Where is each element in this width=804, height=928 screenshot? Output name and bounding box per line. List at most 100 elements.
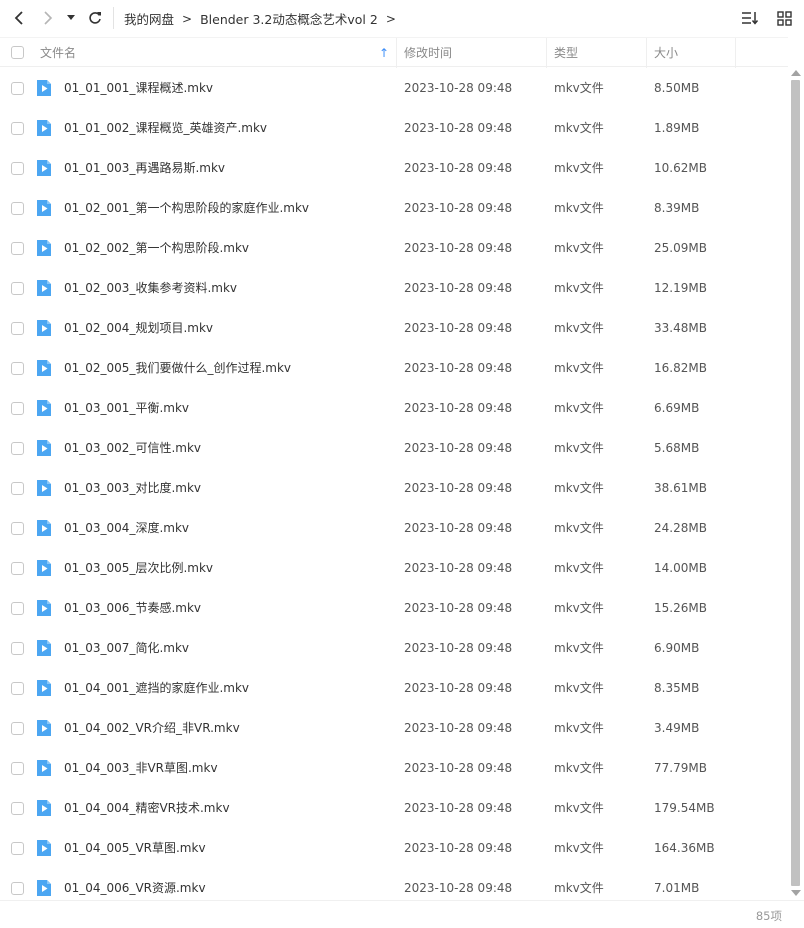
file-name: 01_02_002_第一个构思阶段.mkv [64, 241, 249, 255]
file-row[interactable]: 01_01_002_课程概览_英雄资产.mkv 2023-10-28 09:48 m… [0, 108, 788, 148]
file-size: 7.01MB [654, 881, 700, 895]
file-row[interactable]: 01_04_004_精密VR技术.mkv 2023-10-28 09:48 mkv文… [0, 788, 788, 828]
file-size: 164.36MB [654, 841, 715, 855]
row-checkbox[interactable] [11, 642, 24, 655]
file-type: mkv文件 [554, 641, 604, 655]
file-row[interactable]: 01_02_003_收集参考资料.mkv 2023-10-28 09:48 mkv文… [0, 268, 788, 308]
refresh-icon [89, 12, 101, 24]
column-type-header[interactable]: 类型 [554, 38, 644, 68]
row-checkbox[interactable] [11, 202, 24, 215]
row-checkbox[interactable] [11, 882, 24, 895]
breadcrumb-root[interactable]: 我的网盘 [124, 9, 174, 28]
file-row[interactable]: 01_02_005_我们要做什么_创作过程.mkv 2023-10-28 09:4… [0, 348, 788, 388]
file-row[interactable]: 01_03_003_对比度.mkv 2023-10-28 09:48 mkv文件 38… [0, 468, 788, 508]
file-size: 6.69MB [654, 401, 700, 415]
file-row[interactable]: 01_01_003_再遇路易斯.mkv 2023-10-28 09:48 mkv文件… [0, 148, 788, 188]
row-checkbox[interactable] [11, 802, 24, 815]
file-row[interactable]: 01_03_002_可信性.mkv 2023-10-28 09:48 mkv文件 5.… [0, 428, 788, 468]
file-row[interactable]: 01_03_005_层次比例.mkv 2023-10-28 09:48 mkv文件 1… [0, 548, 788, 588]
vertical-scrollbar[interactable] [789, 68, 802, 898]
file-size: 179.54MB [654, 801, 715, 815]
file-row[interactable]: 01_02_002_第一个构思阶段.mkv 2023-10-28 09:48 mkv… [0, 228, 788, 268]
file-row[interactable]: 01_03_004_深度.mkv 2023-10-28 09:48 mkv文件 24.… [0, 508, 788, 548]
history-dropdown-button[interactable] [63, 6, 79, 30]
file-row[interactable]: 01_03_001_平衡.mkv 2023-10-28 09:48 mkv文件 6.6… [0, 388, 788, 428]
file-row[interactable]: 01_04_001_遮挡的家庭作业.mkv 2023-10-28 09:48 mkv… [0, 668, 788, 708]
file-modified-date: 2023-10-28 09:48 [404, 161, 513, 175]
row-checkbox[interactable] [11, 402, 24, 415]
forward-button[interactable] [36, 6, 60, 30]
column-divider[interactable] [735, 38, 736, 68]
file-size: 8.39MB [654, 201, 700, 215]
breadcrumb-separator: > [182, 11, 193, 26]
breadcrumb-separator[interactable]: > [386, 12, 396, 26]
row-checkbox[interactable] [11, 82, 24, 95]
refresh-button[interactable] [83, 6, 107, 30]
chevron-left-icon [14, 11, 23, 25]
file-row[interactable]: 01_04_003_非VR草图.mkv 2023-10-28 09:48 mkv文件… [0, 748, 788, 788]
column-size-header[interactable]: 大小 [654, 38, 734, 68]
file-modified-date: 2023-10-28 09:48 [404, 481, 513, 495]
row-checkbox[interactable] [11, 162, 24, 175]
file-name: 01_02_004_规划项目.mkv [64, 321, 213, 335]
back-button[interactable] [7, 6, 31, 30]
file-name: 01_03_003_对比度.mkv [64, 481, 201, 495]
file-size: 24.28MB [654, 521, 707, 535]
file-type: mkv文件 [554, 841, 604, 855]
file-modified-date: 2023-10-28 09:48 [404, 801, 513, 815]
file-name: 01_04_002_VR介绍_非VR.mkv [64, 721, 240, 735]
row-checkbox[interactable] [11, 122, 24, 135]
caret-down-icon [67, 15, 75, 20]
file-row[interactable]: 01_04_005_VR草图.mkv 2023-10-28 09:48 mkv文件 1… [0, 828, 788, 868]
row-checkbox[interactable] [11, 482, 24, 495]
scroll-thumb[interactable] [791, 80, 800, 886]
row-checkbox[interactable] [11, 562, 24, 575]
file-row[interactable]: 01_01_001_课程概述.mkv 2023-10-28 09:48 mkv文件 8… [0, 68, 788, 108]
file-type: mkv文件 [554, 561, 604, 575]
file-row[interactable]: 01_04_002_VR介绍_非VR.mkv 2023-10-28 09:48 mk… [0, 708, 788, 748]
scroll-down-arrow[interactable] [791, 890, 801, 896]
video-file-icon [37, 80, 51, 96]
file-row[interactable]: 01_02_001_第一个构思阶段的家庭作业.mkv 2023-10-28 09:… [0, 188, 788, 228]
video-file-icon [37, 560, 51, 576]
row-checkbox[interactable] [11, 522, 24, 535]
video-file-icon [37, 360, 51, 376]
column-name-header[interactable]: 文件名 ↑ [40, 38, 395, 68]
row-checkbox[interactable] [11, 762, 24, 775]
file-row[interactable]: 01_03_006_节奏感.mkv 2023-10-28 09:48 mkv文件 15… [0, 588, 788, 628]
row-checkbox[interactable] [11, 282, 24, 295]
file-type: mkv文件 [554, 81, 604, 95]
video-file-icon [37, 520, 51, 536]
column-divider[interactable] [646, 38, 647, 68]
file-size: 33.48MB [654, 321, 707, 335]
breadcrumb-current-folder[interactable]: Blender 3.2动态概念艺术vol 2 [200, 9, 378, 28]
row-checkbox[interactable] [11, 722, 24, 735]
file-row[interactable]: 01_03_007_简化.mkv 2023-10-28 09:48 mkv文件 6.9… [0, 628, 788, 668]
file-row[interactable]: 01_02_004_规划项目.mkv 2023-10-28 09:48 mkv文件 3… [0, 308, 788, 348]
column-modified-header[interactable]: 修改时间 [404, 38, 544, 68]
grid-view-button[interactable] [772, 6, 796, 30]
row-checkbox[interactable] [11, 602, 24, 615]
row-checkbox[interactable] [11, 242, 24, 255]
video-file-icon [37, 440, 51, 456]
row-checkbox[interactable] [11, 442, 24, 455]
file-modified-date: 2023-10-28 09:48 [404, 401, 513, 415]
row-checkbox[interactable] [11, 682, 24, 695]
video-file-icon [37, 320, 51, 336]
toolbar: 我的网盘 > Blender 3.2动态概念艺术vol 2 > [0, 0, 804, 36]
scroll-up-arrow[interactable] [791, 70, 801, 76]
column-divider[interactable] [546, 38, 547, 68]
row-checkbox[interactable] [11, 842, 24, 855]
file-row[interactable]: 01_04_006_VR资源.mkv 2023-10-28 09:48 mkv文件 7… [0, 868, 788, 900]
video-file-icon [37, 760, 51, 776]
column-divider[interactable] [396, 38, 397, 68]
file-name: 01_02_001_第一个构思阶段的家庭作业.mkv [64, 201, 309, 215]
file-modified-date: 2023-10-28 09:48 [404, 761, 513, 775]
video-file-icon [37, 800, 51, 816]
video-file-icon [37, 480, 51, 496]
row-checkbox[interactable] [11, 362, 24, 375]
sort-button[interactable] [738, 6, 762, 30]
select-all-checkbox[interactable] [11, 46, 24, 59]
file-modified-date: 2023-10-28 09:48 [404, 121, 513, 135]
row-checkbox[interactable] [11, 322, 24, 335]
